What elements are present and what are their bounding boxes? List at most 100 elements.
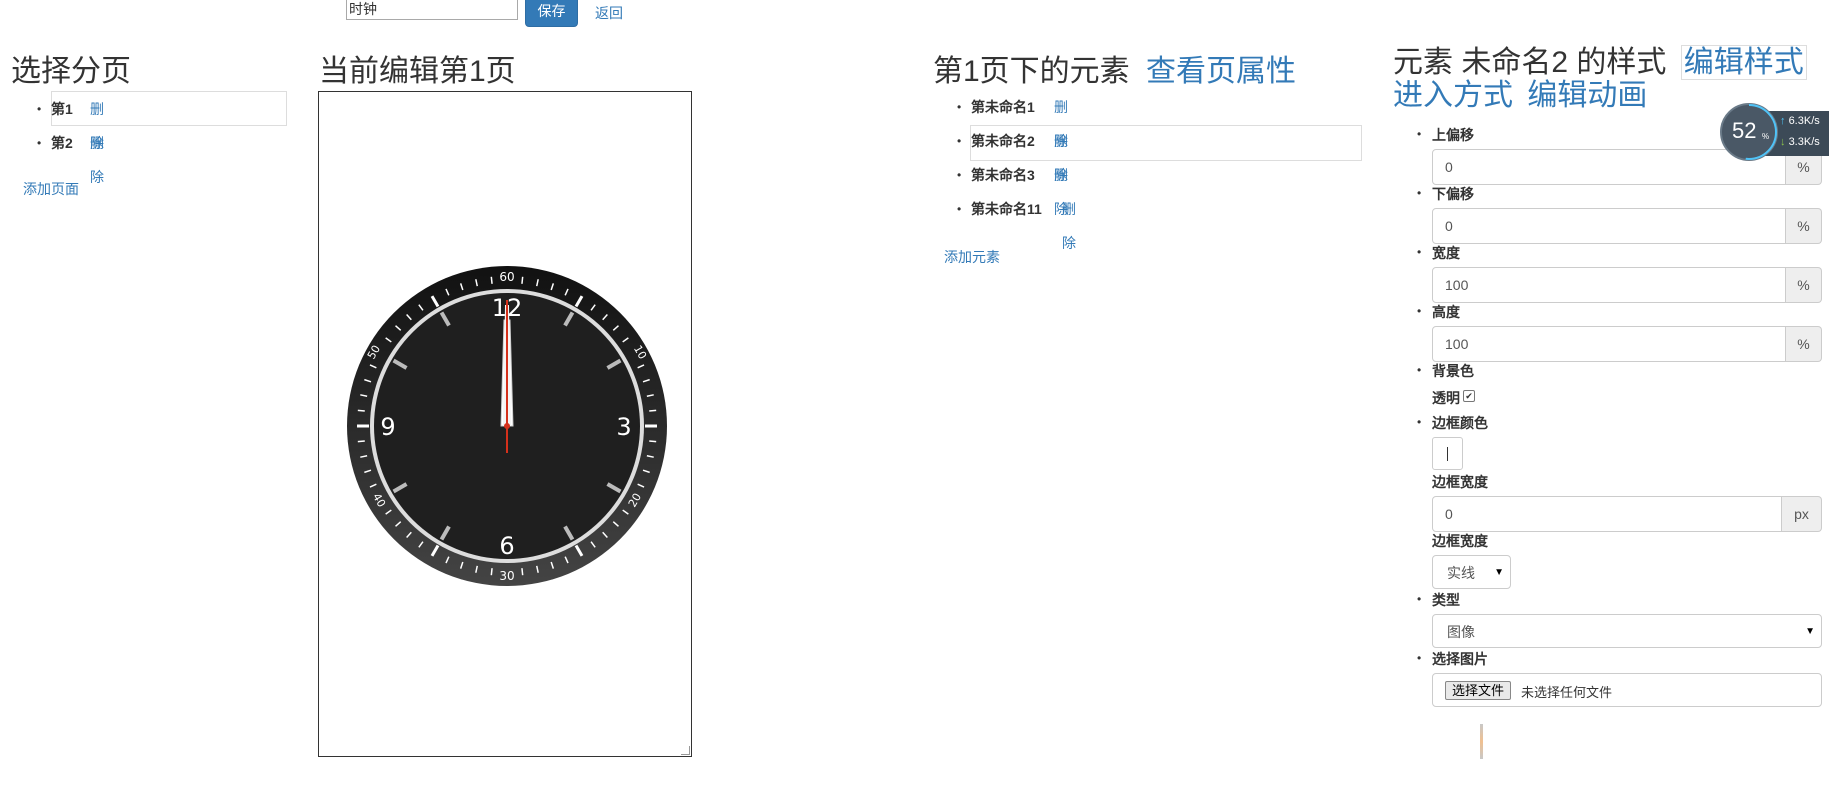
- edit-style-link[interactable]: 编辑样式: [1680, 45, 1807, 80]
- resize-handle[interactable]: [681, 746, 690, 755]
- page-name[interactable]: 第1: [51, 101, 73, 117]
- list-bullet: •: [1417, 186, 1422, 200]
- width-input[interactable]: 100: [1432, 267, 1786, 303]
- elements-heading: 第1页下的元素 查看页属性: [933, 46, 1296, 90]
- file-input[interactable]: 选择文件 未选择任何文件: [1432, 673, 1822, 707]
- page-canvas[interactable]: 60 10 20 30 40 50 12 3 6 9: [318, 91, 692, 757]
- transparent-checkbox[interactable]: ✔: [1463, 390, 1475, 402]
- element-item[interactable]: 第未命名1删除: [957, 90, 1068, 149]
- image-preview: [1480, 724, 1483, 759]
- list-bullet: •: [1417, 127, 1422, 141]
- chevron-down-icon: ▼: [1494, 567, 1504, 578]
- clock-tick: [490, 276, 493, 284]
- percent-unit: %: [1786, 326, 1822, 362]
- upload-arrow-icon: ↑: [1780, 115, 1786, 127]
- current-page-heading: 当前编辑第1页: [319, 55, 516, 88]
- delete-element-link[interactable]: 删除: [1062, 192, 1076, 260]
- list-bullet: •: [1417, 592, 1422, 606]
- percent-unit: %: [1786, 267, 1822, 303]
- color-swatch: [1447, 447, 1448, 461]
- border-color-picker[interactable]: [1432, 437, 1463, 470]
- save-button[interactable]: 保存: [525, 0, 578, 27]
- no-file-text: 未选择任何文件: [1521, 685, 1613, 700]
- usage-percent: 52: [1732, 118, 1757, 143]
- border-width-input[interactable]: 0: [1432, 496, 1782, 532]
- element-name[interactable]: 第未命名11: [971, 201, 1042, 217]
- list-bullet: •: [1417, 363, 1422, 377]
- type-label: 类型: [1432, 592, 1460, 608]
- clock-tick: [357, 409, 365, 412]
- list-bullet: •: [1417, 415, 1422, 429]
- list-bullet: •: [1417, 245, 1422, 259]
- transparent-label: 透明: [1432, 390, 1460, 406]
- list-bullet: •: [1417, 651, 1422, 665]
- clock-center: [504, 423, 510, 429]
- border-style-select[interactable]: 实线 ▼: [1432, 555, 1511, 589]
- minute-label-30: 30: [499, 569, 514, 583]
- network-download-row: ↓ 3.3K/s: [1780, 136, 1820, 148]
- type-select[interactable]: 图像 ▼: [1432, 614, 1822, 648]
- border-style-value: 实线: [1447, 565, 1475, 581]
- clock-tick: [521, 568, 524, 576]
- type-value: 图像: [1447, 624, 1475, 640]
- usage-percent-unit: %: [1762, 132, 1770, 141]
- style-heading: 元素 未命名2 的样式 编辑样式: [1393, 45, 1807, 80]
- entry-mode-link[interactable]: 进入方式: [1393, 79, 1513, 112]
- network-upload-row: ↑ 6.3K/s: [1780, 115, 1820, 127]
- element-name[interactable]: 第未命名1: [971, 99, 1035, 115]
- hour-label-9: 9: [380, 413, 395, 441]
- minute-label-60: 60: [499, 270, 514, 284]
- delete-page-link[interactable]: 删除: [90, 126, 104, 194]
- page-item[interactable]: 第2删除: [37, 126, 104, 185]
- height-label: 高度: [1432, 304, 1460, 320]
- element-name[interactable]: 第未命名2: [971, 133, 1035, 149]
- upload-speed: 6.3K/s: [1788, 115, 1820, 127]
- border-color-label: 边框颜色: [1432, 415, 1488, 431]
- bg-color-label: 背景色: [1432, 363, 1474, 379]
- border-width-label: 边框宽度: [1432, 474, 1488, 490]
- chevron-down-icon: ▼: [1805, 626, 1815, 637]
- choose-image-label: 选择图片: [1432, 651, 1488, 667]
- height-input[interactable]: 100: [1432, 326, 1786, 362]
- style-subheading: 进入方式 编辑动画: [1393, 79, 1647, 112]
- choose-file-button[interactable]: 选择文件: [1445, 681, 1512, 700]
- add-page-link[interactable]: 添加页面: [23, 179, 79, 199]
- clock-tick: [521, 276, 524, 284]
- page-name[interactable]: 第2: [51, 135, 73, 151]
- bottom-offset-label: 下偏移: [1432, 186, 1474, 202]
- percent-unit: %: [1786, 208, 1822, 244]
- element-list: 第未命名1删除 第未命名2删除 第未命名3删除 第未命名11删除: [957, 90, 1076, 251]
- border-width-group: 0 px: [1432, 496, 1822, 532]
- element-item[interactable]: 第未命名11删除: [957, 192, 1076, 251]
- clock-widget[interactable]: 60 10 20 30 40 50 12 3 6 9: [346, 265, 668, 587]
- height-group: 100 %: [1432, 326, 1822, 362]
- top-offset-label: 上偏移: [1432, 127, 1474, 143]
- bottom-offset-input[interactable]: 0: [1432, 208, 1786, 244]
- elements-heading-text: 第1页下的元素: [933, 55, 1130, 88]
- page-item[interactable]: 第1删除: [37, 92, 104, 151]
- page-list: 第1删除 第2删除: [37, 92, 104, 185]
- add-element-link[interactable]: 添加元素: [944, 247, 1000, 267]
- memory-usage-gauge: 52 %: [1720, 103, 1778, 161]
- edit-animation-link[interactable]: 编辑动画: [1527, 79, 1647, 112]
- width-group: 100 %: [1432, 267, 1822, 303]
- clock-tick: [649, 440, 657, 443]
- selected-page-highlight: [51, 91, 287, 126]
- list-bullet: •: [1417, 304, 1422, 318]
- download-arrow-icon: ↓: [1780, 136, 1786, 148]
- download-speed: 3.3K/s: [1788, 136, 1820, 148]
- clock-tick: [649, 409, 657, 412]
- element-item[interactable]: 第未命名3删除: [957, 158, 1068, 217]
- view-page-props-link[interactable]: 查看页属性: [1146, 55, 1296, 88]
- network-monitor-widget[interactable]: ↑ 6.3K/s ↓ 3.3K/s 52 %: [1720, 103, 1829, 163]
- clock-tick: [357, 440, 365, 443]
- hour-label-6: 6: [499, 532, 514, 560]
- width-label: 宽度: [1432, 245, 1460, 261]
- name-input[interactable]: 时钟: [346, 0, 518, 20]
- bottom-offset-group: 0 %: [1432, 208, 1822, 244]
- back-link[interactable]: 返回: [595, 3, 623, 23]
- clock-tick: [490, 568, 493, 576]
- element-name[interactable]: 第未命名3: [971, 167, 1035, 183]
- element-item[interactable]: 第未命名2删除: [957, 124, 1068, 183]
- hour-label-3: 3: [616, 413, 631, 441]
